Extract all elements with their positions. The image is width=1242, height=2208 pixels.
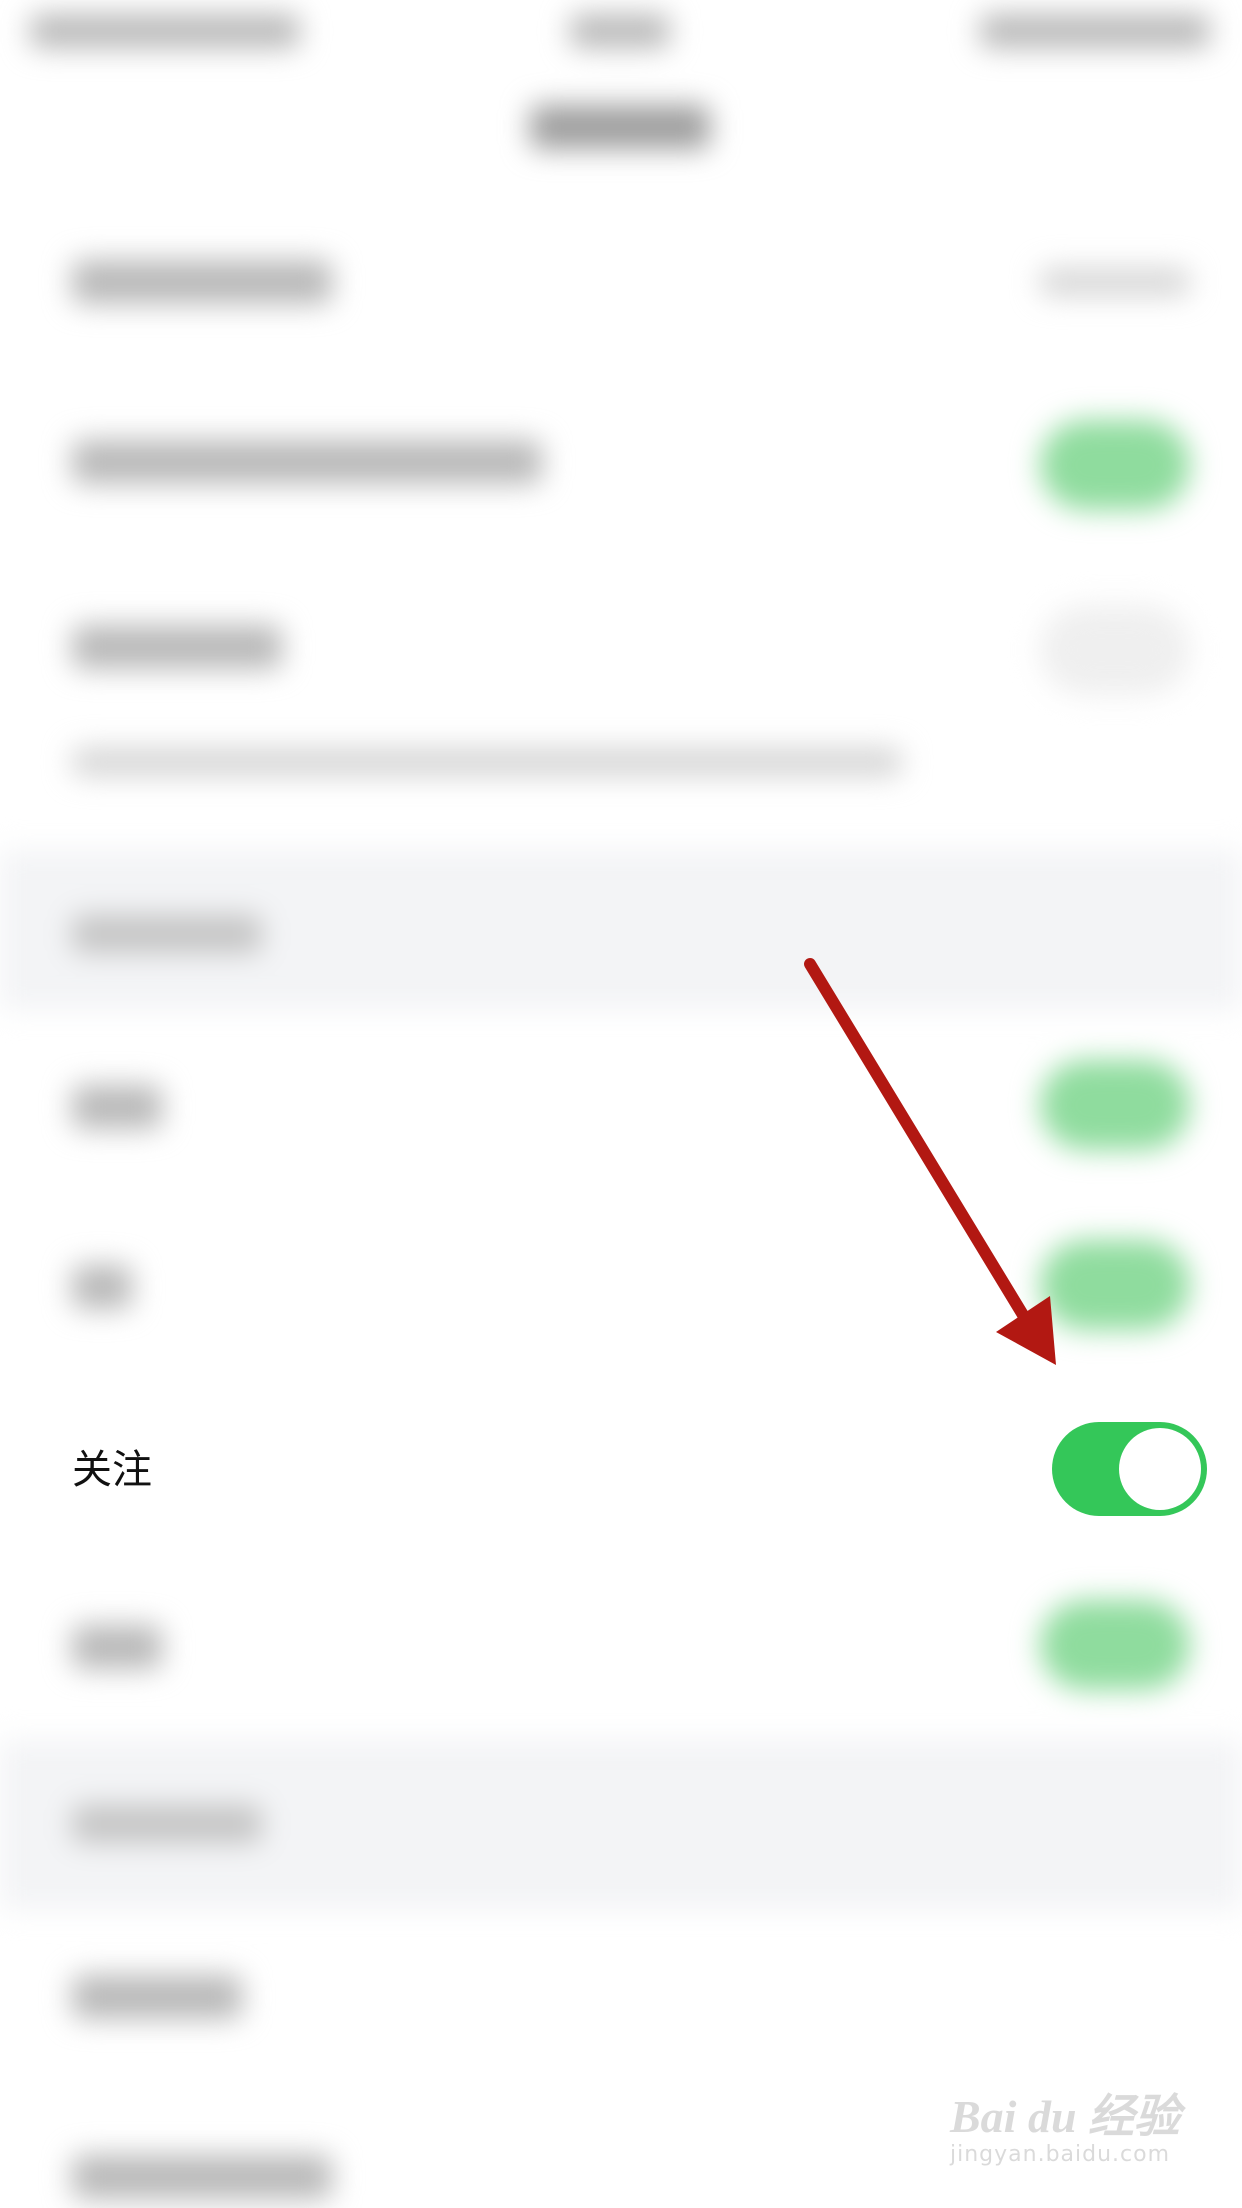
row-2-label (72, 440, 542, 484)
status-bar-time (570, 14, 670, 48)
row-3-description (72, 748, 902, 776)
status-bar-right (980, 14, 1210, 48)
row-2-toggle (1040, 420, 1190, 510)
row-7-label (72, 1625, 162, 1669)
watermark-logo: Bai du 经验 (950, 2091, 1181, 2142)
row-5-toggle (1040, 1240, 1190, 1330)
row-9-label (72, 2155, 332, 2199)
watermark-url: jingyan.baidu.com (950, 2142, 1171, 2167)
nav-title (530, 105, 710, 149)
row-3-toggle (1040, 605, 1190, 695)
follow-toggle[interactable] (1052, 1422, 1207, 1516)
section-1-title (72, 915, 262, 953)
row-7-toggle (1040, 1600, 1190, 1690)
row-1-value (1040, 268, 1190, 296)
row-5-label (72, 1265, 132, 1309)
row-1-label (72, 260, 332, 304)
follow-label: 关注 (72, 1447, 152, 1493)
toggle-knob (1119, 1428, 1201, 1510)
row-4-toggle (1040, 1060, 1190, 1150)
status-bar-left (30, 14, 300, 48)
section-2-title (72, 1805, 262, 1843)
blurred-settings-background (0, 0, 1242, 2208)
watermark: Bai du 经验 jingyan.baidu.com (950, 2080, 1230, 2190)
row-4-label (72, 1085, 162, 1129)
row-3-label (72, 625, 282, 669)
settings-row-follow: 关注 (0, 1400, 1242, 1540)
row-8-label (72, 1975, 242, 2019)
